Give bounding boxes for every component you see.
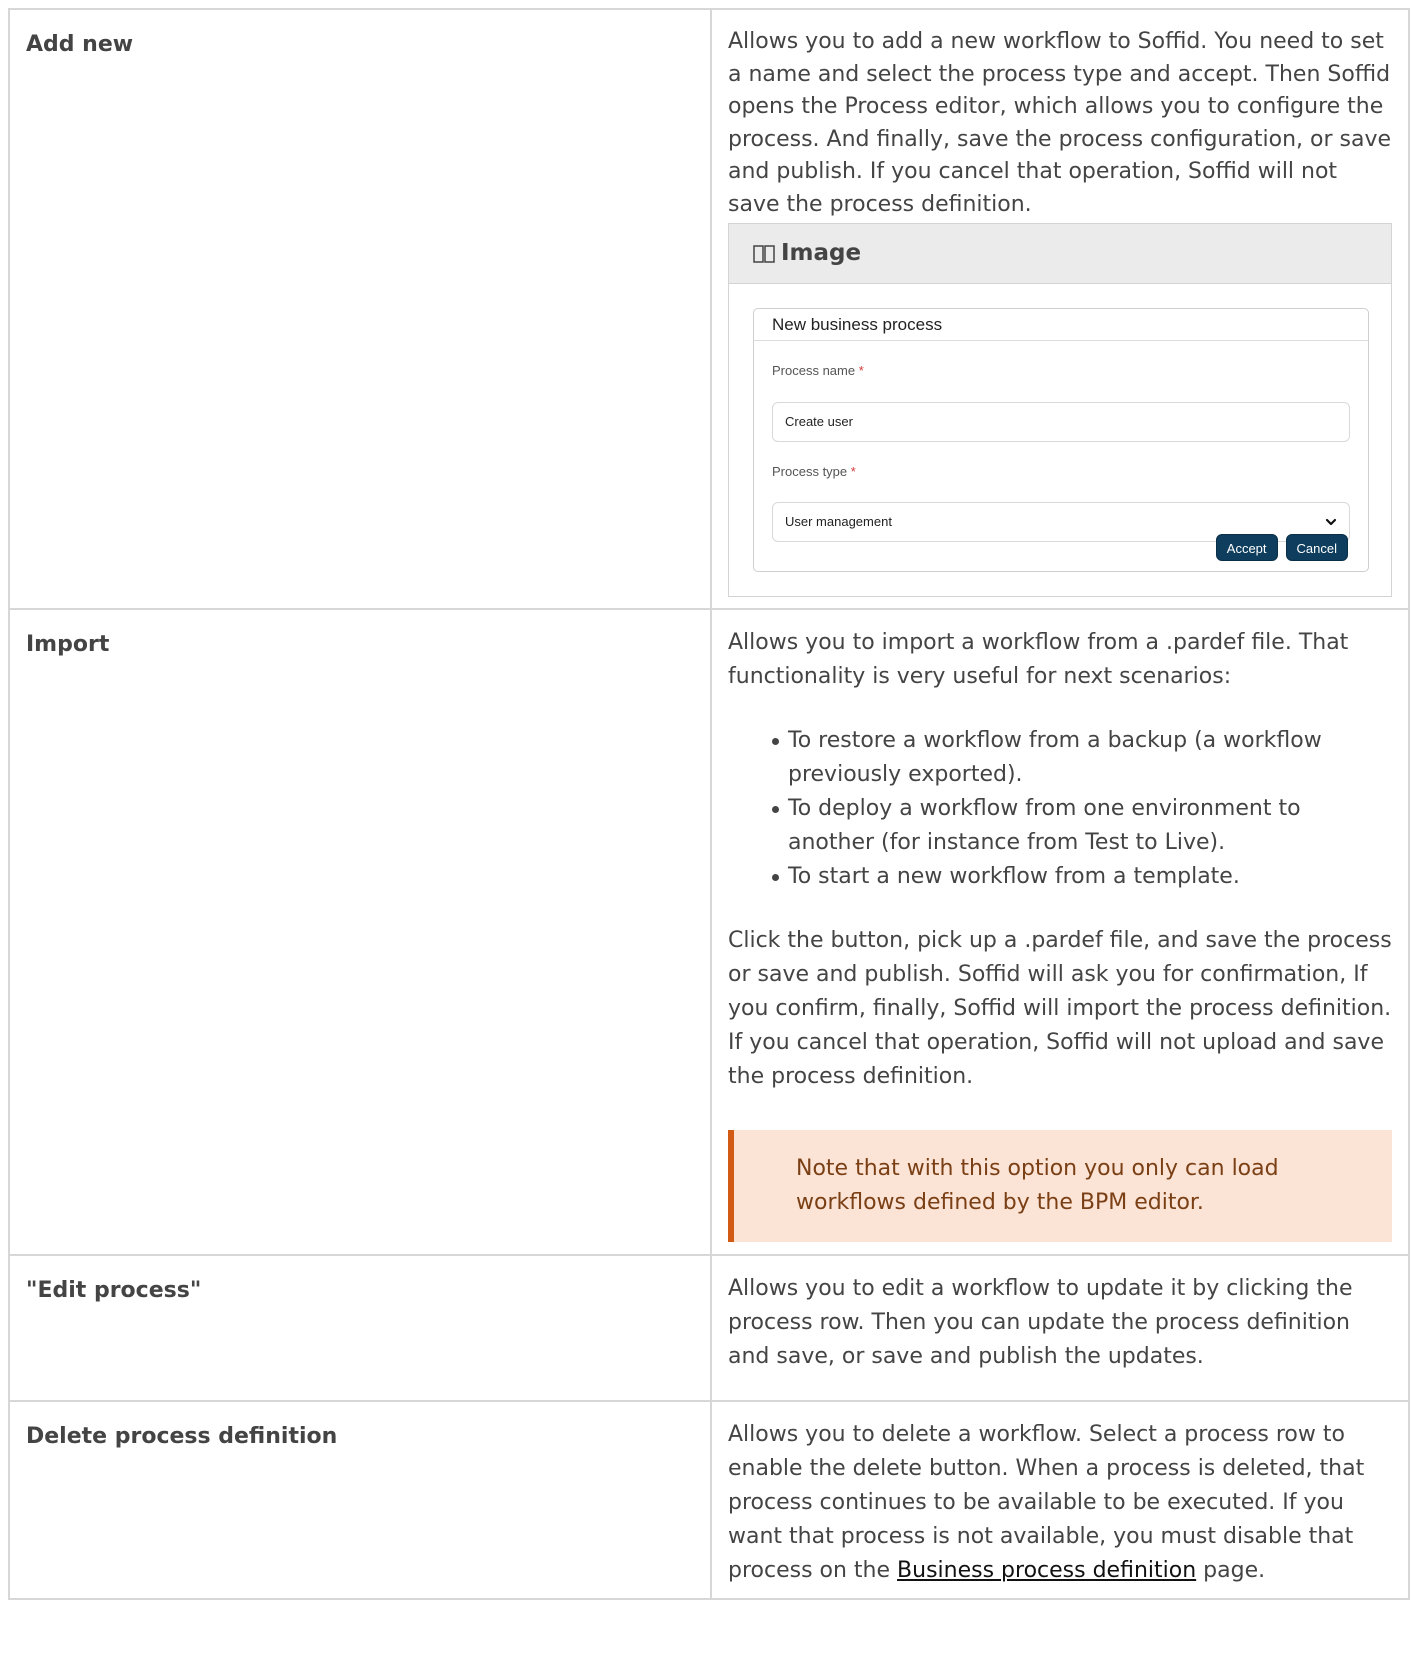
image-panel-title: Image bbox=[781, 240, 862, 267]
note-callout: Note that with this option you only can … bbox=[728, 1130, 1392, 1242]
table-row-edit-process: "Edit process" Allows you to edit a work… bbox=[8, 1254, 1410, 1402]
dialog-buttons: Accept Cancel bbox=[1215, 534, 1348, 561]
bullet-icon bbox=[772, 806, 779, 813]
scenario-text: To start a new workflow from a template. bbox=[788, 864, 1240, 889]
description-text: Allows you to add a new workflow to Soff… bbox=[728, 29, 1392, 217]
note-text: Note that with this option you only can … bbox=[796, 1156, 1279, 1215]
action-cell: "Edit process" bbox=[8, 1254, 712, 1402]
import-details: Click the button, pick up a .pardef file… bbox=[728, 928, 1392, 1089]
dialog-title: New business process bbox=[754, 309, 1368, 341]
description-cell: Allows you to edit a workflow to update … bbox=[710, 1254, 1410, 1402]
list-item: To deploy a workflow from one environmen… bbox=[772, 792, 1392, 860]
image-content: New business process Process name * Crea… bbox=[729, 284, 1391, 596]
action-name: "Edit process" bbox=[26, 1278, 202, 1303]
actions-table: Add new Allows you to add a new workflow… bbox=[8, 8, 1410, 1600]
process-type-label-text: Process type bbox=[772, 463, 848, 479]
action-cell: Add new bbox=[8, 8, 712, 610]
required-mark: * bbox=[850, 463, 856, 479]
bullet-icon bbox=[772, 874, 779, 881]
description-cell: Allows you to delete a workflow. Select … bbox=[710, 1400, 1410, 1600]
business-process-definition-link[interactable]: Business process definition bbox=[897, 1558, 1196, 1583]
import-intro: Allows you to import a workflow from a .… bbox=[728, 630, 1349, 689]
description-cell: Allows you to add a new workflow to Soff… bbox=[710, 8, 1410, 610]
action-name: Import bbox=[26, 632, 110, 657]
table-row-delete-process: Delete process definition Allows you to … bbox=[8, 1400, 1410, 1600]
action-name: Delete process definition bbox=[26, 1424, 338, 1449]
description-text: Allows you to delete a workflow. Select … bbox=[728, 1418, 1392, 1588]
process-type-value: User management bbox=[785, 514, 892, 529]
table-row-import: Import Allows you to import a workflow f… bbox=[8, 608, 1410, 1256]
image-panel: Image New business process Process name … bbox=[728, 223, 1392, 597]
action-cell: Import bbox=[8, 608, 712, 1256]
accept-button[interactable]: Accept bbox=[1215, 534, 1278, 561]
list-item: To restore a workflow from a backup (a w… bbox=[772, 724, 1392, 792]
scenario-text: To restore a workflow from a backup (a w… bbox=[788, 728, 1322, 787]
process-name-label-text: Process name bbox=[772, 363, 856, 378]
process-type-label: Process type * bbox=[772, 456, 1368, 489]
process-name-label: Process name * bbox=[772, 355, 1368, 388]
new-process-dialog: New business process Process name * Crea… bbox=[753, 308, 1369, 572]
description-cell: Allows you to import a workflow from a .… bbox=[710, 608, 1410, 1256]
list-item: To start a new workflow from a template. bbox=[772, 860, 1392, 894]
description-text: Allows you to edit a workflow to update … bbox=[728, 1276, 1353, 1369]
description-after-link: page. bbox=[1203, 1558, 1266, 1583]
image-panel-header: Image bbox=[729, 224, 1391, 284]
scenario-text: To deploy a workflow from one environmen… bbox=[788, 796, 1301, 855]
action-name: Add new bbox=[26, 32, 134, 57]
action-cell: Delete process definition bbox=[8, 1400, 712, 1600]
cancel-button[interactable]: Cancel bbox=[1285, 534, 1348, 561]
table-row-add-new: Add new Allows you to add a new workflow… bbox=[8, 8, 1410, 610]
book-icon bbox=[753, 244, 775, 264]
process-name-value: Create user bbox=[785, 413, 853, 429]
bullet-icon bbox=[772, 738, 779, 745]
scenario-list: To restore a workflow from a backup (a w… bbox=[772, 724, 1392, 894]
process-name-input[interactable]: Create user bbox=[772, 401, 1350, 442]
required-mark: * bbox=[858, 363, 864, 378]
chevron-down-icon bbox=[1325, 518, 1337, 526]
